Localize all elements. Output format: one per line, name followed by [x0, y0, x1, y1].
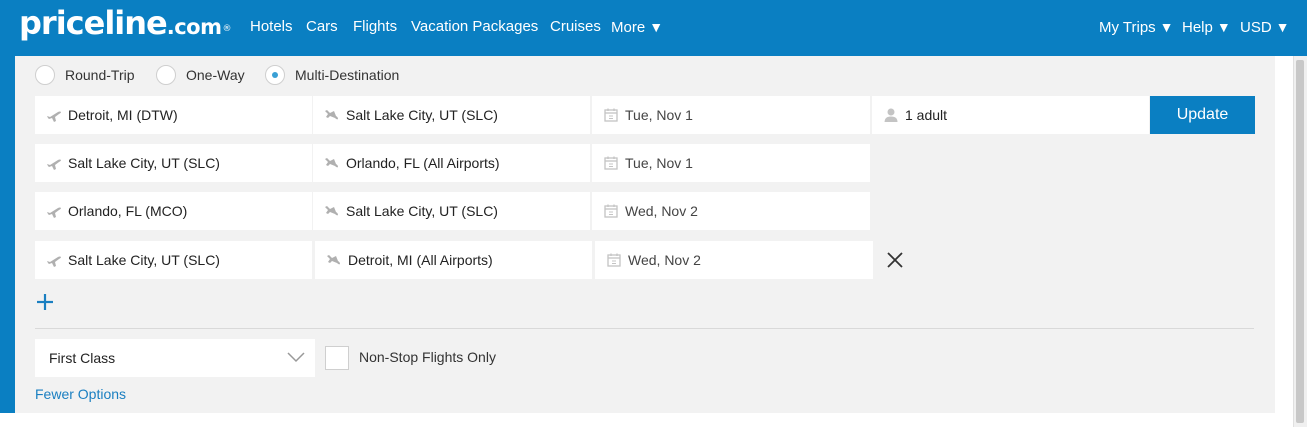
caret-down-icon: ▼: [1275, 19, 1290, 35]
leg-4-destination-input[interactable]: Detroit, MI (All Airports): [315, 241, 592, 279]
calendar-icon: [604, 156, 618, 170]
nav-hotels[interactable]: Hotels: [250, 17, 293, 37]
calendar-icon: [604, 108, 618, 122]
leg-2-destination-input[interactable]: Orlando, FL (All Airports): [313, 144, 590, 182]
caret-down-icon: ▼: [649, 19, 664, 35]
person-icon: [884, 108, 898, 122]
non-stop-label: Non-Stop Flights Only: [359, 349, 496, 365]
section-divider: [35, 328, 1254, 329]
radio-multi-destination[interactable]: Multi-Destination: [265, 64, 399, 86]
radio-round-trip[interactable]: Round-Trip: [35, 64, 135, 86]
radio-multi-destination-circle[interactable]: [265, 65, 285, 85]
add-flight-plus-icon[interactable]: [36, 293, 54, 311]
radio-one-way-circle[interactable]: [156, 65, 176, 85]
radio-multi-destination-label: Multi-Destination: [295, 67, 400, 83]
plane-departure-icon: [47, 256, 61, 267]
cabin-class-select[interactable]: First Class: [35, 339, 315, 377]
plane-arrival-icon: [325, 206, 338, 216]
leg-3-date-input[interactable]: Wed, Nov 2: [592, 192, 870, 230]
priceline-logo[interactable]: priceline.com®: [19, 3, 232, 47]
leg-4-date-input[interactable]: Wed, Nov 2: [595, 241, 873, 279]
chevron-down-icon: [287, 352, 305, 363]
plane-arrival-icon: [325, 158, 338, 168]
nav-flights[interactable]: Flights: [353, 17, 397, 37]
nav-cruises[interactable]: Cruises: [550, 17, 601, 37]
plane-departure-icon: [47, 159, 61, 170]
nav-help-menu[interactable]: Help ▼: [1182, 17, 1231, 38]
radio-one-way-label: One-Way: [186, 67, 245, 83]
leg-1-date-input[interactable]: Tue, Nov 1: [592, 96, 870, 134]
leg-3-origin-input[interactable]: Orlando, FL (MCO): [35, 192, 312, 230]
scrollbar-thumb[interactable]: [1296, 60, 1304, 423]
plane-departure-icon: [47, 111, 61, 122]
remove-leg-close-icon[interactable]: [884, 249, 906, 271]
leg-1-origin-input[interactable]: Detroit, MI (DTW): [35, 96, 312, 134]
travelers-input[interactable]: 1 adult: [872, 96, 1149, 134]
leg-2-date-input[interactable]: Tue, Nov 1: [592, 144, 870, 182]
page-gutter: [1275, 56, 1293, 427]
radio-round-trip-circle[interactable]: [35, 65, 55, 85]
radio-round-trip-label: Round-Trip: [65, 67, 135, 83]
update-button[interactable]: Update: [1150, 96, 1255, 134]
nav-currency-menu[interactable]: USD ▼: [1240, 17, 1290, 38]
fewer-options-link[interactable]: Fewer Options: [35, 386, 126, 402]
plane-departure-icon: [47, 207, 61, 218]
leg-4-origin-input[interactable]: Salt Lake City, UT (SLC): [35, 241, 312, 279]
radio-one-way[interactable]: One-Way: [156, 64, 245, 86]
caret-down-icon: ▼: [1159, 19, 1174, 35]
page-footer-area: [0, 413, 1293, 427]
calendar-icon: [604, 204, 618, 218]
leg-1-destination-input[interactable]: Salt Lake City, UT (SLC): [313, 96, 590, 134]
caret-down-icon: ▼: [1216, 19, 1231, 35]
leg-3-destination-input[interactable]: Salt Lake City, UT (SLC): [313, 192, 590, 230]
non-stop-checkbox[interactable]: [325, 346, 349, 370]
nav-my-trips-menu[interactable]: My Trips ▼: [1099, 17, 1174, 38]
nav-more-menu[interactable]: More ▼: [611, 17, 663, 38]
nav-vacation-packages[interactable]: Vacation Packages: [411, 17, 538, 37]
calendar-icon: [607, 253, 621, 267]
plane-arrival-icon: [327, 255, 340, 265]
plane-arrival-icon: [325, 110, 338, 120]
site-header: priceline.com® Hotels Cars Flights Vacat…: [0, 0, 1307, 56]
leg-2-origin-input[interactable]: Salt Lake City, UT (SLC): [35, 144, 312, 182]
nav-cars[interactable]: Cars: [306, 17, 338, 37]
